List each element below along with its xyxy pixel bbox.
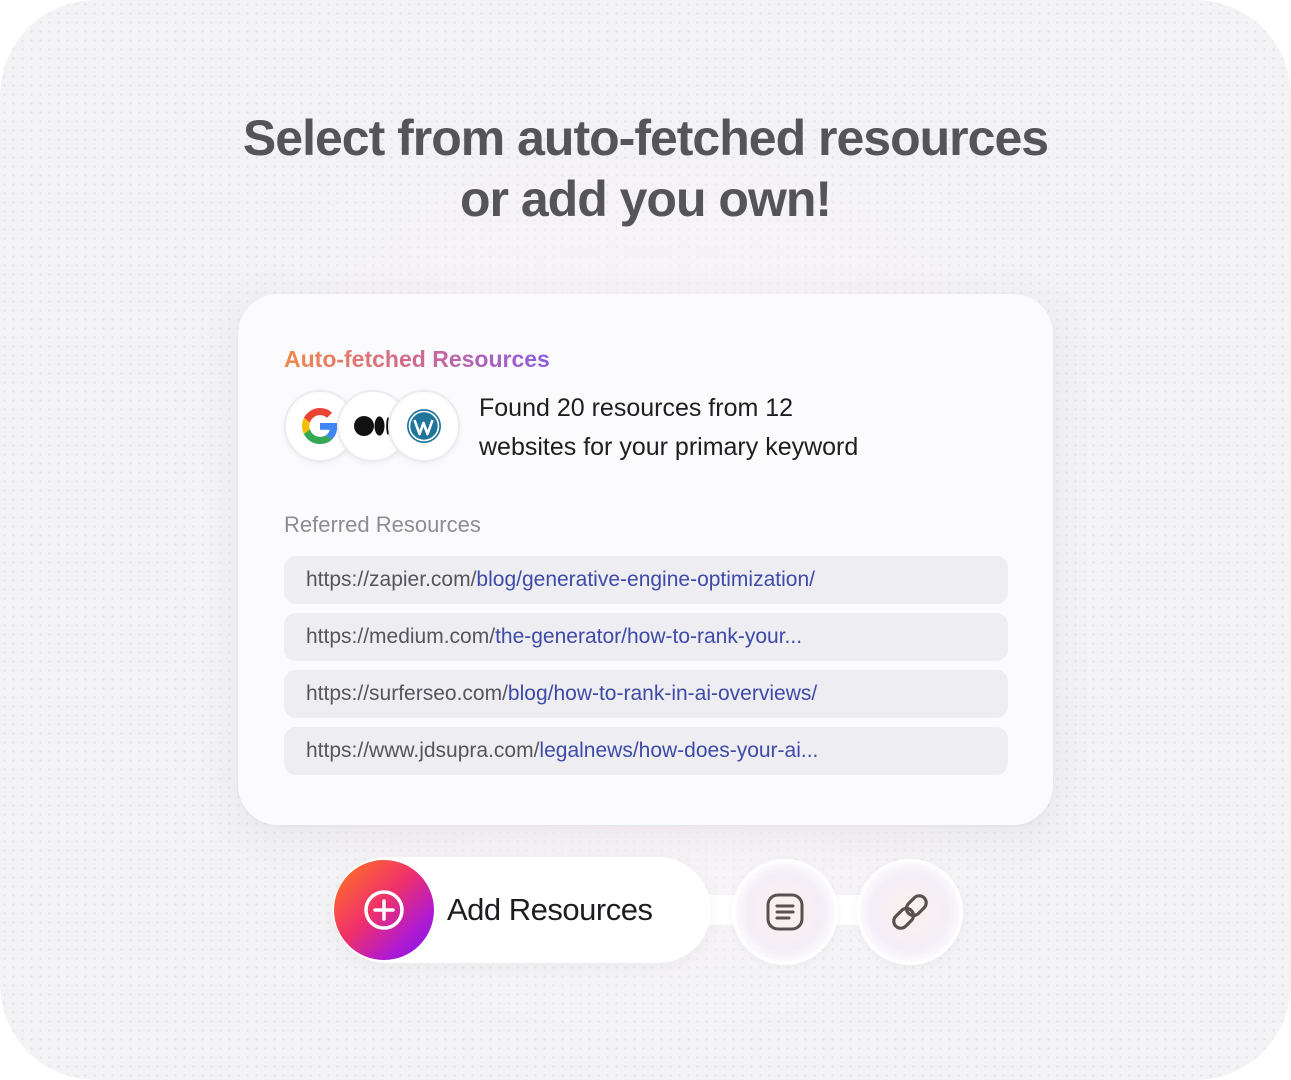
headline-line-1: Select from auto-fetched resources bbox=[242, 110, 1049, 166]
resource-path: blog/generative-engine-optimization/ bbox=[476, 568, 815, 591]
resource-host: https://surferseo.com/ bbox=[306, 682, 508, 705]
resource-host: https://www.jdsupra.com/ bbox=[306, 739, 540, 762]
found-summary: Found 20 resources from 12 websites for … bbox=[479, 389, 939, 467]
wordpress-icon bbox=[388, 390, 460, 462]
found-summary-line-1: Found 20 resources from 12 bbox=[479, 394, 794, 422]
headline-line-2: or add you own! bbox=[459, 171, 832, 227]
referred-resources-label: Referred Resources bbox=[284, 512, 481, 537]
add-resources-label: Add Resources bbox=[447, 892, 653, 927]
link-button[interactable] bbox=[857, 859, 963, 965]
card-title: Auto-fetched Resources bbox=[284, 346, 550, 372]
plus-circle-icon bbox=[334, 860, 434, 960]
resources-card: Auto-fetched Resources Found 20 resource… bbox=[238, 294, 1053, 825]
referred-resources-list: https://zapier.com/blog/generative-engin… bbox=[284, 556, 1008, 784]
resource-path: the-generator/how-to-rank-your... bbox=[495, 625, 803, 648]
resource-path: blog/how-to-rank-in-ai-overviews/ bbox=[507, 682, 818, 705]
document-button[interactable] bbox=[732, 859, 838, 965]
add-resources-button[interactable]: Add Resources bbox=[333, 857, 711, 963]
resource-path: legalnews/how-does-your-ai... bbox=[539, 739, 819, 762]
resource-link[interactable]: https://surferseo.com/blog/how-to-rank-i… bbox=[284, 670, 1008, 718]
link-icon bbox=[892, 894, 928, 930]
resource-link[interactable]: https://zapier.com/blog/generative-engin… bbox=[284, 556, 1008, 604]
resource-link[interactable]: https://www.jdsupra.com/legalnews/how-do… bbox=[284, 727, 1008, 775]
resource-host: https://zapier.com/ bbox=[306, 568, 477, 591]
source-logos bbox=[284, 390, 460, 462]
background-frame: Select from auto-fetched resources or ad… bbox=[0, 0, 1291, 1080]
document-icon bbox=[766, 893, 804, 931]
resource-link[interactable]: https://medium.com/the-generator/how-to-… bbox=[284, 613, 1008, 661]
resource-host: https://medium.com/ bbox=[306, 625, 496, 648]
found-summary-line-2: websites for your primary keyword bbox=[479, 433, 859, 461]
headline: Select from auto-fetched resources or ad… bbox=[0, 108, 1291, 230]
